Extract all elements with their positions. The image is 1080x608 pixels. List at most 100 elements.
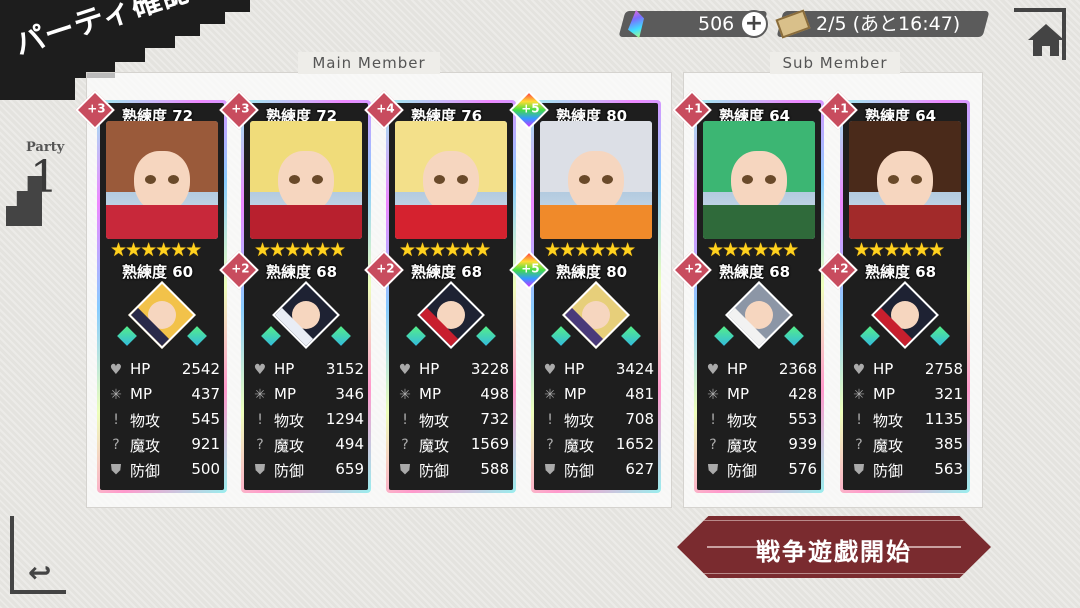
heart-icon: ♥ (398, 362, 412, 378)
stat-value-hp: 2368 (778, 360, 817, 378)
stat-row-hp: ♥ HP 3152 (252, 359, 364, 384)
stat-row-def: ⛊ 防御 627 (542, 459, 654, 484)
stat-label-def: 防御 (274, 462, 305, 480)
stat-row-hp: ♥ HP 3424 (542, 359, 654, 384)
stat-value-mp: 321 (934, 385, 963, 403)
stat-value-def: 659 (335, 460, 364, 478)
member-card[interactable]: +3 +2 熟練度 72 ★★★★★★ 熟練度 68 ♥ HP 3152 ✳ MP 3… (219, 90, 371, 493)
assist-portrait (406, 281, 496, 349)
rarity-stars: ★★★★★★ (707, 239, 799, 261)
mp-icon: ✳ (399, 387, 411, 403)
stat-label-atk: 物攻 (727, 412, 758, 430)
stat-label-atk: 物攻 (873, 412, 904, 430)
rarity-stars: ★★★★★★ (110, 239, 202, 261)
start-battle-button[interactable]: 戦争遊戯開始 (677, 516, 991, 578)
mp-icon: ✳ (254, 387, 266, 403)
stat-list: ♥ HP 3228 ✳ MP 498 ! 物攻 732 ? 魔攻 1569 ⛊ … (397, 359, 509, 484)
party-steps-decoration (6, 176, 42, 226)
member-card[interactable]: +1 +2 熟練度 64 ★★★★★★ 熟練度 68 ♥ HP 2758 ✳ MP 3… (818, 90, 970, 493)
stat-row-hp: ♥ HP 2368 (705, 359, 817, 384)
stat-list: ♥ HP 3152 ✳ MP 346 ! 物攻 1294 ? 魔攻 494 ⛊ … (252, 359, 364, 484)
stat-label-def: 防御 (419, 462, 450, 480)
stat-value-def: 563 (934, 460, 963, 478)
stat-row-mp: ✳ MP 481 (542, 384, 654, 409)
stat-row-matk: ? 魔攻 494 (252, 434, 364, 459)
shield-icon: ⛊ (707, 462, 719, 478)
member-card[interactable]: +3 熟練度 72 ★★★★★★ 熟練度 60 ♥ HP 2542 ✳ MP 437… (75, 90, 227, 493)
back-button[interactable]: ↩ (10, 516, 70, 596)
sword-icon: ! (856, 412, 862, 428)
stat-value-hp: 2542 (181, 360, 220, 378)
assist-portrait (860, 281, 950, 349)
stat-label-mp: MP (130, 385, 152, 403)
stat-row-matk: ? 魔攻 939 (705, 434, 817, 459)
stat-value-matk: 1652 (615, 435, 654, 453)
stat-label-matk: 魔攻 (873, 437, 904, 455)
home-icon (1028, 24, 1064, 56)
stamina-value: 2/5 (あと16:47) (816, 13, 961, 35)
adventurer-portrait (703, 121, 815, 239)
stat-value-def: 500 (191, 460, 220, 478)
shield-icon: ⛊ (110, 462, 122, 478)
sword-icon: ! (113, 412, 119, 428)
stat-label-matk: 魔攻 (419, 437, 450, 455)
stat-row-def: ⛊ 防御 588 (397, 459, 509, 484)
sub-proficiency-level: 熟練度 68 (719, 263, 791, 281)
stat-row-atk: ! 物攻 1294 (252, 409, 364, 434)
assist-portrait (117, 281, 207, 349)
stat-row-mp: ✳ MP 321 (851, 384, 963, 409)
sub-proficiency-level: 熟練度 68 (411, 263, 483, 281)
add-gems-button[interactable]: + (740, 10, 768, 38)
stat-row-matk: ? 魔攻 921 (108, 434, 220, 459)
stat-row-hp: ♥ HP 2758 (851, 359, 963, 384)
rarity-stars: ★★★★★★ (544, 239, 636, 261)
stat-label-def: 防御 (564, 462, 595, 480)
rarity-stars: ★★★★★★ (399, 239, 491, 261)
stat-label-mp: MP (274, 385, 296, 403)
stat-row-matk: ? 魔攻 1569 (397, 434, 509, 459)
heart-icon: ♥ (706, 362, 720, 378)
stat-label-def: 防御 (873, 462, 904, 480)
gem-count: 506 (697, 13, 734, 35)
stat-value-matk: 1569 (470, 435, 509, 453)
member-card[interactable]: +1 +2 熟練度 64 ★★★★★★ 熟練度 68 ♥ HP 2368 ✳ MP 4… (672, 90, 824, 493)
stat-row-atk: ! 物攻 732 (397, 409, 509, 434)
start-battle-label: 戦争遊戯開始 (756, 538, 912, 566)
stat-value-matk: 921 (191, 435, 220, 453)
sub-proficiency-level: 熟練度 68 (865, 263, 937, 281)
stat-row-def: ⛊ 防御 576 (705, 459, 817, 484)
stat-row-hp: ♥ HP 2542 (108, 359, 220, 384)
member-card[interactable]: +5 +5 熟練度 80 ★★★★★★ 熟練度 80 ♥ HP 3424 ✳ MP 4… (509, 90, 661, 493)
stat-row-mp: ✳ MP 498 (397, 384, 509, 409)
stat-value-hp: 3152 (325, 360, 364, 378)
assist-portrait (714, 281, 804, 349)
home-button[interactable] (1014, 8, 1076, 70)
stat-value-matk: 385 (934, 435, 963, 453)
stat-value-matk: 494 (335, 435, 364, 453)
main-member-label: Main Member (298, 52, 440, 74)
stat-row-atk: ! 物攻 708 (542, 409, 654, 434)
stat-value-atk: 732 (480, 410, 509, 428)
stat-label-hp: HP (727, 360, 748, 378)
magic-icon: ? (401, 437, 409, 453)
sword-icon: ! (547, 412, 553, 428)
stat-label-mp: MP (873, 385, 895, 403)
heart-icon: ♥ (543, 362, 557, 378)
stat-value-def: 588 (480, 460, 509, 478)
heart-icon: ♥ (109, 362, 123, 378)
mp-icon: ✳ (853, 387, 865, 403)
stat-value-mp: 428 (788, 385, 817, 403)
stat-value-atk: 1294 (325, 410, 364, 428)
member-card[interactable]: +4 +2 熟練度 76 ★★★★★★ 熟練度 68 ♥ HP 3228 ✳ MP 4… (364, 90, 516, 493)
stat-value-def: 627 (625, 460, 654, 478)
stat-label-hp: HP (274, 360, 295, 378)
stat-value-atk: 545 (191, 410, 220, 428)
magic-icon: ? (256, 437, 264, 453)
shield-icon: ⛊ (254, 462, 266, 478)
sub-proficiency-level: 熟練度 68 (266, 263, 338, 281)
stat-list: ♥ HP 2368 ✳ MP 428 ! 物攻 553 ? 魔攻 939 ⛊ 防… (705, 359, 817, 484)
stat-value-atk: 708 (625, 410, 654, 428)
stat-label-atk: 物攻 (564, 412, 595, 430)
sub-proficiency-level: 熟練度 80 (556, 263, 628, 281)
stat-row-atk: ! 物攻 545 (108, 409, 220, 434)
